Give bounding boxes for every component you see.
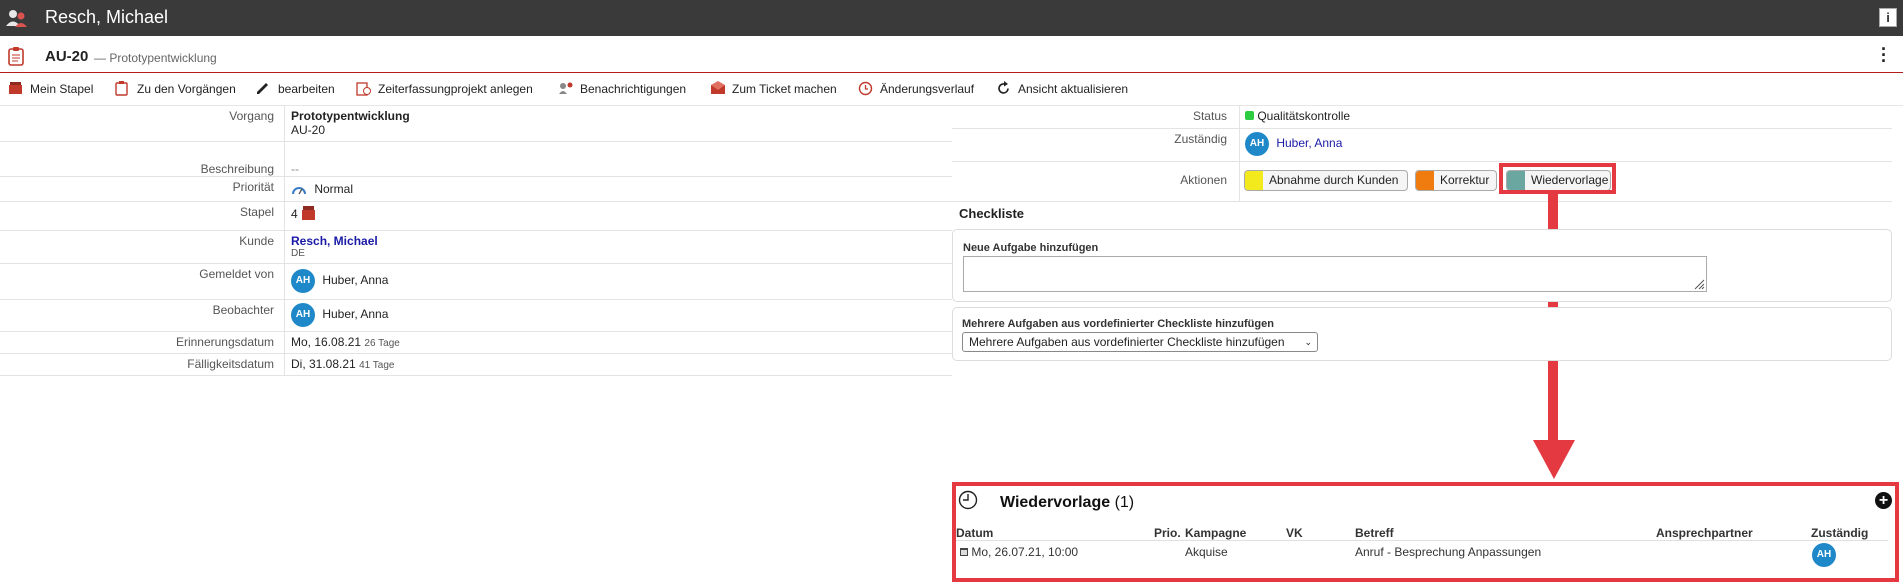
priority-value: Normal bbox=[314, 182, 354, 196]
multi-task-label: Mehrere Aufgaben aus vordefinierter Chec… bbox=[962, 318, 1274, 330]
toolbar-my-stack[interactable]: Mein Stapel bbox=[8, 82, 93, 96]
new-task-panel: Neue Aufgabe hinzufügen bbox=[952, 229, 1892, 302]
clock-icon bbox=[958, 490, 978, 510]
row-zustaendig: Zuständig AH Huber, Anna bbox=[952, 129, 1892, 162]
priority-gauge-icon bbox=[292, 186, 306, 195]
stack-icon bbox=[9, 82, 22, 94]
col-betreff[interactable]: Betreff bbox=[1355, 526, 1394, 540]
highlight-wiedervorlage-button bbox=[1499, 163, 1616, 194]
reporter-name: Huber, Anna bbox=[322, 273, 389, 288]
col-zustaendig[interactable]: Zuständig bbox=[1811, 526, 1868, 540]
toolbar-notifications[interactable]: Benachrichtigungen bbox=[558, 82, 686, 96]
assignee-link[interactable]: Huber, Anna bbox=[1276, 136, 1342, 150]
checklist-select[interactable]: Mehrere Aufgaben aus vordefinierter Chec… bbox=[962, 332, 1318, 352]
row-kunde: Kunde Resch, Michael DE bbox=[0, 231, 952, 264]
table-header-divider bbox=[956, 540, 1888, 541]
action-toolbar: Mein Stapel Zu den Vorgängen bearbeiten … bbox=[0, 73, 1903, 106]
toolbar-create-time-project[interactable]: Zeiterfassungprojekt anlegen bbox=[356, 82, 533, 96]
row-gemeldet-von: Gemeldet von AH Huber, Anna bbox=[0, 264, 952, 300]
col-datum[interactable]: Datum bbox=[956, 526, 993, 540]
row-beschreibung: Beschreibung -- bbox=[0, 142, 952, 177]
pencil-icon bbox=[257, 83, 268, 94]
action-korrektur-button[interactable]: Korrektur bbox=[1415, 170, 1497, 191]
row-stapel: Stapel 4 bbox=[0, 202, 952, 231]
customer-title: Resch, Michael bbox=[45, 7, 169, 27]
action-abnahme-button[interactable]: Abnahme durch Kunden bbox=[1244, 170, 1408, 191]
top-header-bar: Resch, Michael i bbox=[0, 0, 1903, 36]
toolbar-to-cases[interactable]: Zu den Vorgängen bbox=[115, 81, 236, 96]
case-subtitle: — Prototypentwicklung bbox=[94, 51, 217, 65]
more-vertical-icon[interactable]: · · · bbox=[1881, 40, 1887, 70]
info-icon[interactable]: i bbox=[1879, 8, 1897, 27]
row-faelligkeitsdatum: Fälligkeitsdatum Di, 31.08.21 41 Tage bbox=[0, 354, 952, 376]
reminder-date: Mo, 16.08.21 bbox=[291, 335, 362, 349]
avatar: AH bbox=[1812, 543, 1836, 567]
calendar-icon bbox=[960, 548, 968, 556]
description-value: -- bbox=[291, 162, 299, 176]
row-kampagne: Akquise bbox=[1185, 545, 1228, 559]
status-color-dot bbox=[1245, 111, 1254, 120]
avatar: AH bbox=[291, 303, 315, 327]
row-betreff: Anruf - Besprechung Anpassungen bbox=[1355, 545, 1542, 559]
time-project-icon bbox=[356, 82, 371, 96]
case-header: AU-20 — Prototypentwicklung · · · bbox=[0, 37, 1903, 73]
stack-count: 4 bbox=[291, 207, 298, 221]
chevron-down-icon: ⌄ bbox=[1304, 337, 1312, 347]
status-value: Qualitätskontrolle bbox=[1257, 109, 1351, 123]
row-prioritaet: Priorität Normal bbox=[0, 177, 952, 202]
toolbar-edit[interactable]: bearbeiten bbox=[256, 82, 335, 96]
reminder-days: 26 Tage bbox=[364, 338, 400, 349]
refresh-icon bbox=[998, 81, 1009, 94]
row-erinnerungsdatum: Erinnerungsdatum Mo, 16.08.21 26 Tage bbox=[0, 332, 952, 354]
ticket-icon bbox=[711, 81, 725, 94]
case-name: Prototypentwicklung bbox=[291, 109, 410, 123]
clipboard-icon bbox=[115, 81, 128, 96]
avatar: AH bbox=[1245, 132, 1269, 156]
row-datum: Mo, 26.07.21, 10:00 bbox=[971, 545, 1079, 559]
col-vk[interactable]: VK bbox=[1286, 526, 1303, 540]
resize-handle-icon[interactable] bbox=[1693, 278, 1705, 290]
new-task-label: Neue Aufgabe hinzufügen bbox=[963, 242, 1099, 254]
case-id: AU-20 bbox=[45, 48, 89, 65]
col-ansprechpartner[interactable]: Ansprechpartner bbox=[1656, 526, 1753, 540]
due-days: 41 Tage bbox=[359, 360, 395, 371]
checklist-title: Checkliste bbox=[959, 206, 1025, 221]
customer-country: DE bbox=[291, 248, 305, 259]
case-details-table: Vorgang Prototypentwicklung AU-20 Beschr… bbox=[0, 106, 952, 376]
toolbar-make-ticket[interactable]: Zum Ticket machen bbox=[710, 81, 837, 96]
col-prio[interactable]: Prio. bbox=[1154, 526, 1181, 540]
history-icon bbox=[858, 81, 873, 96]
toolbar-change-history[interactable]: Änderungsverlauf bbox=[858, 81, 974, 96]
users-icon[interactable] bbox=[6, 9, 28, 27]
stack-icon[interactable] bbox=[301, 205, 316, 221]
multi-task-panel: Mehrere Aufgaben aus vordefinierter Chec… bbox=[952, 307, 1892, 361]
due-date: Di, 31.08.21 bbox=[291, 357, 356, 371]
wiedervorlage-title: Wiedervorlage (1) bbox=[1000, 494, 1135, 511]
clipboard-icon bbox=[8, 47, 24, 66]
toolbar-refresh-view[interactable]: Ansicht aktualisieren bbox=[996, 81, 1128, 96]
avatar: AH bbox=[291, 269, 315, 293]
case-number: AU-20 bbox=[291, 123, 326, 137]
row-vorgang: Vorgang Prototypentwicklung AU-20 bbox=[0, 106, 952, 142]
add-circle-icon[interactable]: + bbox=[1875, 492, 1892, 509]
col-kampagne[interactable]: Kampagne bbox=[1185, 526, 1246, 540]
notification-icon bbox=[559, 82, 573, 94]
new-task-input[interactable] bbox=[963, 256, 1707, 292]
customer-link[interactable]: Resch, Michael bbox=[291, 234, 378, 248]
row-beobachter: Beobachter AH Huber, Anna bbox=[0, 300, 952, 332]
observer-name: Huber, Anna bbox=[322, 307, 389, 322]
row-status: Status Qualitätskontrolle bbox=[952, 106, 1892, 129]
